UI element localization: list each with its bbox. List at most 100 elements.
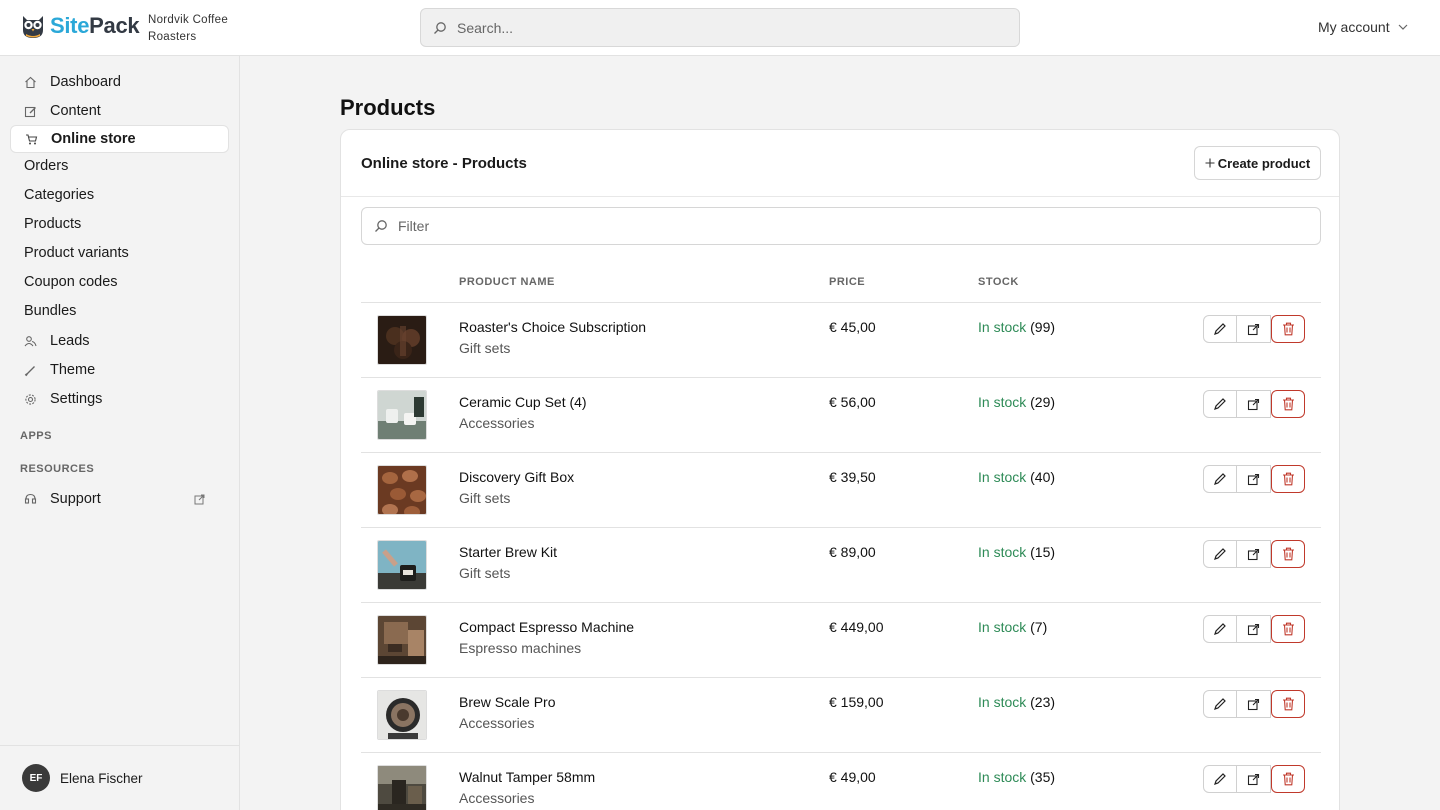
product-name[interactable]: Brew Scale Pro <box>459 694 555 710</box>
product-category: Gift sets <box>459 490 511 506</box>
product-stock: In stock (40) <box>978 469 1055 485</box>
delete-button[interactable] <box>1271 690 1305 718</box>
product-name[interactable]: Ceramic Cup Set (4) <box>459 394 587 410</box>
delete-button[interactable] <box>1271 390 1305 418</box>
edit-button[interactable] <box>1203 390 1237 418</box>
home-icon <box>24 76 36 88</box>
top-header: SitePack Nordvik Coffee Roasters My acco… <box>0 0 1440 56</box>
sidebar: Dashboard Content Online store Orders Ca… <box>0 56 240 810</box>
product-category: Espresso machines <box>459 640 582 656</box>
sidebar-item-label: Online store <box>51 131 136 147</box>
external-link-icon <box>1247 473 1260 485</box>
external-link-icon <box>1247 698 1260 710</box>
row-actions <box>1203 465 1305 493</box>
sidebar-item-dashboard[interactable]: Dashboard <box>10 68 229 96</box>
product-stock: In stock (15) <box>978 544 1055 560</box>
product-stock: In stock (35) <box>978 769 1055 785</box>
column-header-product-name[interactable]: PRODUCT NAME <box>459 276 555 288</box>
create-product-button[interactable]: Create product <box>1194 146 1321 180</box>
sidebar-item-label: Leads <box>50 333 90 349</box>
sidebar-item-online-store[interactable]: Online store <box>10 125 229 153</box>
table-row[interactable]: Compact Espresso Machine Espresso machin… <box>361 603 1321 678</box>
row-actions <box>1203 765 1305 793</box>
product-thumbnail[interactable] <box>377 315 427 365</box>
sidebar-subitem-coupon-codes[interactable]: Coupon codes <box>24 274 118 290</box>
brush-icon <box>24 365 35 376</box>
my-account-menu[interactable]: My account <box>1318 19 1408 35</box>
open-external-button[interactable] <box>1237 765 1271 793</box>
pencil-icon <box>1214 698 1226 710</box>
sidebar-item-content[interactable]: Content <box>10 97 229 125</box>
delete-button[interactable] <box>1271 465 1305 493</box>
open-external-button[interactable] <box>1237 540 1271 568</box>
edit-button[interactable] <box>1203 315 1237 343</box>
open-external-button[interactable] <box>1237 615 1271 643</box>
table-row[interactable]: Discovery Gift Box Gift sets € 39,50 In … <box>361 453 1321 528</box>
delete-button[interactable] <box>1271 615 1305 643</box>
table-row[interactable]: Ceramic Cup Set (4) Accessories € 56,00 … <box>361 378 1321 453</box>
stock-count: (15) <box>1030 544 1056 560</box>
product-thumbnail[interactable] <box>377 690 427 740</box>
sidebar-subitem-product-variants[interactable]: Product variants <box>24 245 129 261</box>
delete-button[interactable] <box>1271 540 1305 568</box>
my-account-label: My account <box>1318 19 1390 35</box>
user-profile[interactable]: EF Elena Fischer <box>0 745 239 810</box>
product-price: € 49,00 <box>829 769 876 785</box>
product-thumbnail[interactable] <box>377 390 427 440</box>
product-name[interactable]: Discovery Gift Box <box>459 469 574 485</box>
product-stock: In stock (99) <box>978 319 1055 335</box>
sidebar-subitem-products[interactable]: Products <box>24 216 81 232</box>
table-row[interactable]: Walnut Tamper 58mm Accessories € 49,00 I… <box>361 753 1321 810</box>
card-title: Online store - Products <box>361 155 527 172</box>
sidebar-item-leads[interactable]: Leads <box>10 327 229 355</box>
sidebar-subitem-bundles[interactable]: Bundles <box>24 303 76 319</box>
avatar: EF <box>22 764 50 792</box>
page-title: Products <box>340 95 436 120</box>
filter-box[interactable] <box>361 207 1321 245</box>
row-actions <box>1203 540 1305 568</box>
search-input[interactable] <box>457 9 1007 46</box>
pencil-icon <box>1214 773 1226 785</box>
sitepack-logo[interactable]: SitePack <box>20 12 140 40</box>
table-row[interactable]: Brew Scale Pro Accessories € 159,00 In s… <box>361 678 1321 753</box>
column-header-stock[interactable]: STOCK <box>978 276 1019 288</box>
trash-icon <box>1282 397 1294 411</box>
pencil-icon <box>1214 323 1226 335</box>
sidebar-subitem-orders[interactable]: Orders <box>24 158 68 174</box>
delete-button[interactable] <box>1271 765 1305 793</box>
table-row[interactable]: Starter Brew Kit Gift sets € 89,00 In st… <box>361 528 1321 603</box>
edit-button[interactable] <box>1203 690 1237 718</box>
edit-button[interactable] <box>1203 615 1237 643</box>
delete-button[interactable] <box>1271 315 1305 343</box>
open-external-button[interactable] <box>1237 315 1271 343</box>
trash-icon <box>1282 322 1294 336</box>
product-thumbnail[interactable] <box>377 765 427 810</box>
edit-button[interactable] <box>1203 765 1237 793</box>
product-thumbnail[interactable] <box>377 615 427 665</box>
table-row[interactable]: Roaster's Choice Subscription Gift sets … <box>361 303 1321 378</box>
sidebar-item-label: Content <box>50 103 101 119</box>
product-name[interactable]: Starter Brew Kit <box>459 544 557 560</box>
open-external-button[interactable] <box>1237 690 1271 718</box>
edit-icon <box>24 106 36 117</box>
stock-count: (7) <box>1030 619 1048 635</box>
filter-input[interactable] <box>398 208 1298 244</box>
column-header-price[interactable]: PRICE <box>829 276 865 288</box>
stock-count: (99) <box>1030 319 1056 335</box>
section-label-resources: RESOURCES <box>20 463 95 475</box>
row-actions <box>1203 315 1305 343</box>
sidebar-item-support[interactable]: Support <box>10 485 229 513</box>
product-name[interactable]: Walnut Tamper 58mm <box>459 769 595 785</box>
edit-button[interactable] <box>1203 465 1237 493</box>
open-external-button[interactable] <box>1237 390 1271 418</box>
open-external-button[interactable] <box>1237 465 1271 493</box>
global-search[interactable] <box>420 8 1020 47</box>
edit-button[interactable] <box>1203 540 1237 568</box>
product-thumbnail[interactable] <box>377 540 427 590</box>
sidebar-subitem-categories[interactable]: Categories <box>24 187 94 203</box>
product-name[interactable]: Compact Espresso Machine <box>459 619 634 635</box>
product-name[interactable]: Roaster's Choice Subscription <box>459 319 646 335</box>
product-thumbnail[interactable] <box>377 465 427 515</box>
sidebar-item-settings[interactable]: Settings <box>10 385 229 413</box>
sidebar-item-theme[interactable]: Theme <box>10 356 229 384</box>
